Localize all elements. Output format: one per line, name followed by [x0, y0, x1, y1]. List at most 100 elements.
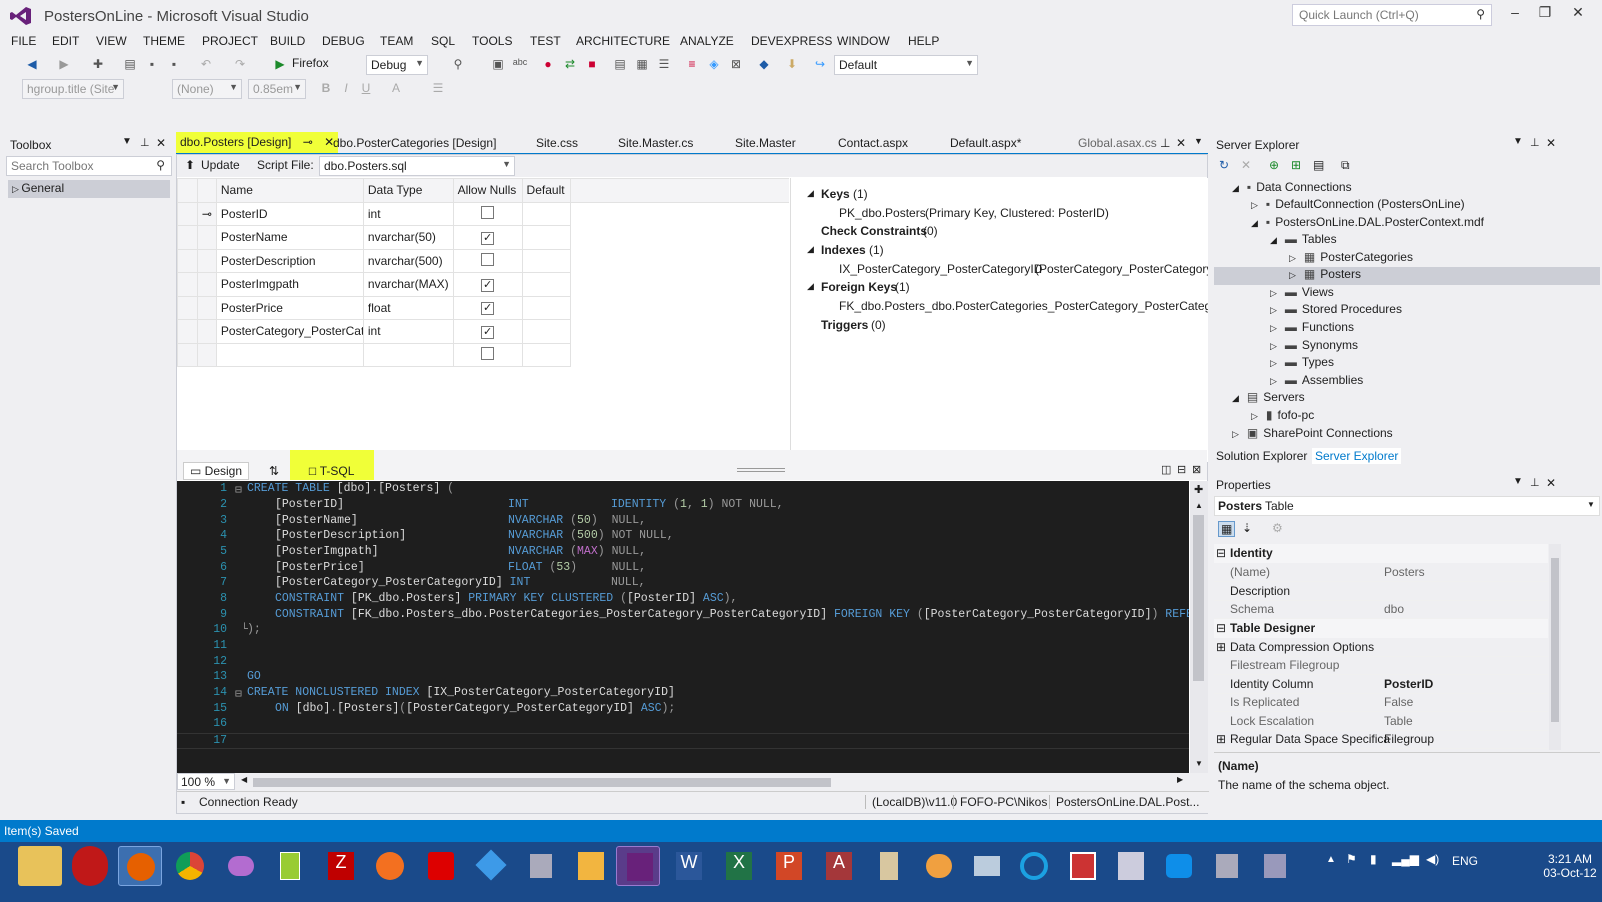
align-left-icon[interactable]: ☰: [430, 81, 446, 97]
tools-icon-2[interactable]: [1204, 846, 1248, 886]
data-type-cell[interactable]: int: [362, 319, 454, 344]
key-item[interactable]: PK_dbo.Posters: [839, 206, 926, 220]
expand-icon[interactable]: ▷: [1232, 429, 1239, 439]
find-icon[interactable]: ⚲: [450, 57, 466, 73]
filter-icon[interactable]: ⧉: [1341, 158, 1350, 173]
quick-launch-input[interactable]: Quick Launch (Ctrl+Q) ⚲: [1292, 4, 1492, 26]
comment-icon[interactable]: ▣: [490, 57, 506, 73]
tree-node[interactable]: ▷ ▬ Types: [1270, 355, 1334, 369]
allow-nulls-checkbox[interactable]: [481, 205, 495, 219]
table-row[interactable]: [177, 342, 790, 367]
connect-database-icon[interactable]: ⊕: [1269, 158, 1279, 172]
battery-icon[interactable]: ▮: [1370, 852, 1377, 866]
acrobat-icon[interactable]: [418, 846, 462, 886]
prop-name[interactable]: (Name) Posters: [1214, 563, 1548, 582]
row-selector[interactable]: [177, 272, 198, 297]
collapse-icon[interactable]: ◢: [807, 244, 814, 255]
toolbox-search-input[interactable]: Search Toolbox ⚲: [6, 156, 172, 176]
tsql-tab[interactable]: ☐ T-SQL: [290, 450, 374, 480]
pin-icon[interactable]: ⊥: [140, 136, 150, 149]
tray-expand-icon[interactable]: ▲: [1326, 854, 1336, 865]
editor-vertical-scrollbar[interactable]: ✚ ▲ ▼: [1190, 481, 1208, 773]
index-item[interactable]: IX_PosterCategory_PosterCategoryID: [839, 262, 1042, 276]
tsql-editor[interactable]: 1 ⊟ CREATE TABLE [dbo].[Posters] ( 2 [Poste…: [177, 481, 1189, 773]
row-selector[interactable]: [177, 248, 198, 273]
notepad-icon[interactable]: [268, 846, 312, 886]
data-type-cell[interactable]: [362, 342, 454, 367]
tab-server-explorer[interactable]: Server Explorer: [1312, 448, 1402, 464]
tree-node[interactable]: ▷ ▬ Synonyms: [1270, 338, 1358, 352]
script-file-combo[interactable]: dbo.Posters.sql ▼: [319, 156, 515, 176]
horizontal-split-icon[interactable]: ⊟: [1177, 463, 1186, 476]
expand-icon[interactable]: ▷: [1251, 411, 1258, 421]
menu-help[interactable]: HELP: [908, 34, 939, 48]
tree-node[interactable]: ◢ ▪ Data Connections: [1232, 180, 1352, 194]
properties-object-selector[interactable]: Posters Table ▼: [1214, 496, 1600, 516]
default-cell[interactable]: [521, 272, 571, 297]
word-icon[interactable]: W: [666, 846, 710, 886]
pin-icon[interactable]: ⊥: [1530, 476, 1540, 489]
tool-icon-2[interactable]: ◈: [706, 57, 722, 73]
collapse-icon[interactable]: ◢: [1270, 235, 1277, 245]
menu-theme[interactable]: THEME: [143, 34, 185, 48]
stop-icon[interactable]: ■: [584, 57, 600, 73]
pin-icon[interactable]: ⊥: [1530, 136, 1540, 149]
tab-global-asax-cs[interactable]: Global.asax.cs: [1078, 136, 1157, 150]
tools-icon[interactable]: [518, 846, 562, 886]
network-icon[interactable]: ▂▄▆: [1392, 852, 1419, 866]
check-constraints-label[interactable]: Check Constraints: [821, 224, 927, 238]
close-tab-icon[interactable]: ✕: [1176, 136, 1186, 150]
browser-selector[interactable]: Firefox: [292, 56, 329, 70]
expand-icon[interactable]: ▷: [1270, 288, 1277, 298]
data-type-cell[interactable]: nvarchar(500): [362, 248, 454, 273]
column-name-cell[interactable]: PosterCategory_PosterCate: [215, 319, 364, 344]
flag-icon[interactable]: ⚑: [1346, 852, 1357, 866]
menu-file[interactable]: FILE: [11, 34, 36, 48]
default-cell[interactable]: [521, 201, 571, 226]
menu-window[interactable]: WINDOW: [837, 34, 890, 48]
tree-node[interactable]: ▷ ▬ Views: [1270, 285, 1334, 299]
allow-nulls-checkbox[interactable]: ✓: [481, 278, 495, 292]
prop-schema[interactable]: Schema dbo: [1214, 600, 1548, 619]
bold-icon[interactable]: B: [318, 81, 334, 97]
save-all-icon[interactable]: ▪: [166, 57, 182, 73]
tree-node[interactable]: ▷ ▮ fofo-pc: [1251, 408, 1314, 422]
save-icon[interactable]: ▪: [144, 57, 160, 73]
collapse-icon[interactable]: ◢: [807, 188, 814, 199]
category-identity[interactable]: ⊟ Identity: [1214, 544, 1548, 563]
teamviewer-icon[interactable]: [1156, 846, 1200, 886]
design-tab[interactable]: ▭ Design: [183, 462, 250, 480]
size-combo[interactable]: 0.85em ▼: [248, 79, 306, 99]
dropbox-icon[interactable]: [468, 846, 512, 886]
column-name-cell[interactable]: PosterImgpath: [215, 272, 364, 297]
tool-icon-4[interactable]: ◆: [756, 57, 772, 73]
h-scroll-thumb[interactable]: [253, 778, 831, 787]
fk-item[interactable]: FK_dbo.Posters_dbo.PosterCategories_Post…: [839, 299, 1208, 313]
scheme-combo[interactable]: Default ▼: [834, 55, 978, 75]
panel-dropdown-icon[interactable]: ▼: [1513, 476, 1523, 487]
menu-build[interactable]: BUILD: [270, 34, 305, 48]
menu-edit[interactable]: EDIT: [52, 34, 79, 48]
row-selector[interactable]: [177, 319, 198, 344]
default-cell[interactable]: [521, 295, 571, 320]
allow-nulls-checkbox[interactable]: [481, 346, 495, 360]
categorized-icon[interactable]: ▦: [1218, 521, 1236, 537]
breakpoint-icon[interactable]: ●: [540, 57, 556, 73]
tab-site-master[interactable]: Site.Master: [735, 136, 796, 150]
expand-icon[interactable]: ▷: [1270, 358, 1277, 368]
zoom-combo[interactable]: 100 % ▼: [177, 773, 235, 790]
tree-node[interactable]: ▷ ▣ SharePoint Connections: [1232, 426, 1393, 440]
data-type-cell[interactable]: float: [362, 295, 454, 320]
allow-nulls-checkbox[interactable]: ✓: [481, 231, 495, 245]
menu-debug[interactable]: DEBUG: [322, 34, 365, 48]
menu-devexpress[interactable]: DEVEXPRESS: [751, 34, 832, 48]
tree-node[interactable]: ▷ ▬ Functions: [1270, 320, 1354, 334]
tree-node[interactable]: ◢ ▪ PostersOnLine.DAL.PosterContext.mdf: [1251, 215, 1484, 229]
prop-data-space[interactable]: ⊞ Regular Data Space Specifica Filegroup: [1214, 730, 1548, 749]
volume-icon[interactable]: ◀): [1426, 852, 1439, 866]
category-table-designer[interactable]: ⊟ Table Designer: [1214, 619, 1548, 638]
language-indicator[interactable]: ENG: [1452, 854, 1478, 868]
keys-label[interactable]: Keys: [821, 187, 850, 201]
expand-icon[interactable]: ▷: [1270, 341, 1277, 351]
tree-node[interactable]: ▷ ▪ DefaultConnection (PostersOnLine): [1251, 197, 1465, 211]
